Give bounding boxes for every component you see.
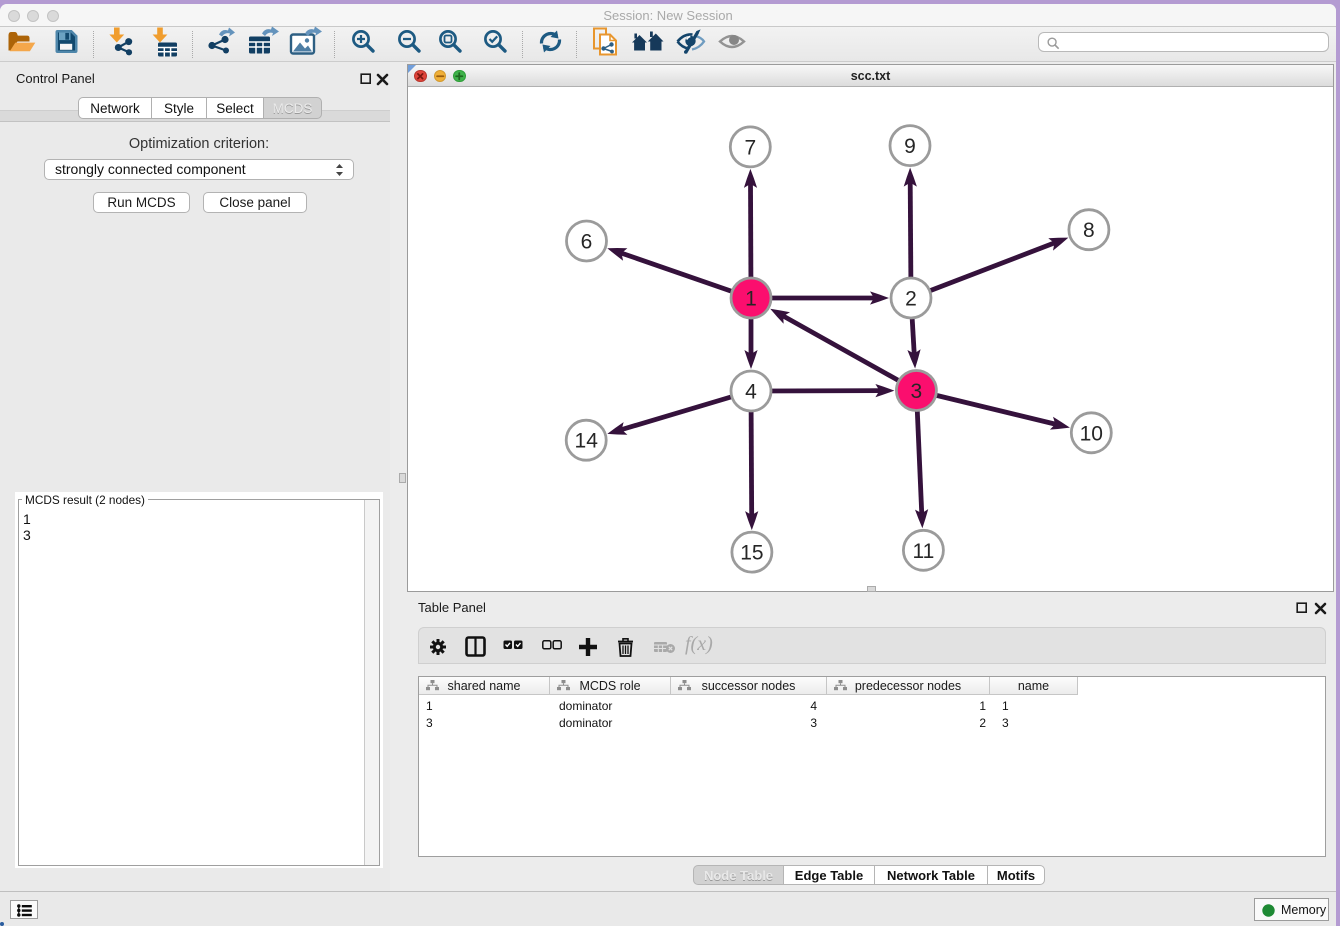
svg-text:2: 2 (905, 288, 917, 311)
svg-text:11: 11 (912, 540, 934, 563)
svg-text:9: 9 (904, 135, 916, 158)
svg-text:10: 10 (1080, 422, 1103, 445)
svg-text:7: 7 (744, 136, 756, 159)
svg-text:4: 4 (745, 381, 757, 404)
svg-text:15: 15 (740, 542, 763, 565)
svg-text:6: 6 (581, 231, 593, 254)
svg-text:1: 1 (745, 288, 757, 311)
svg-text:14: 14 (575, 430, 599, 453)
svg-text:3: 3 (911, 380, 923, 403)
svg-text:8: 8 (1083, 219, 1095, 242)
